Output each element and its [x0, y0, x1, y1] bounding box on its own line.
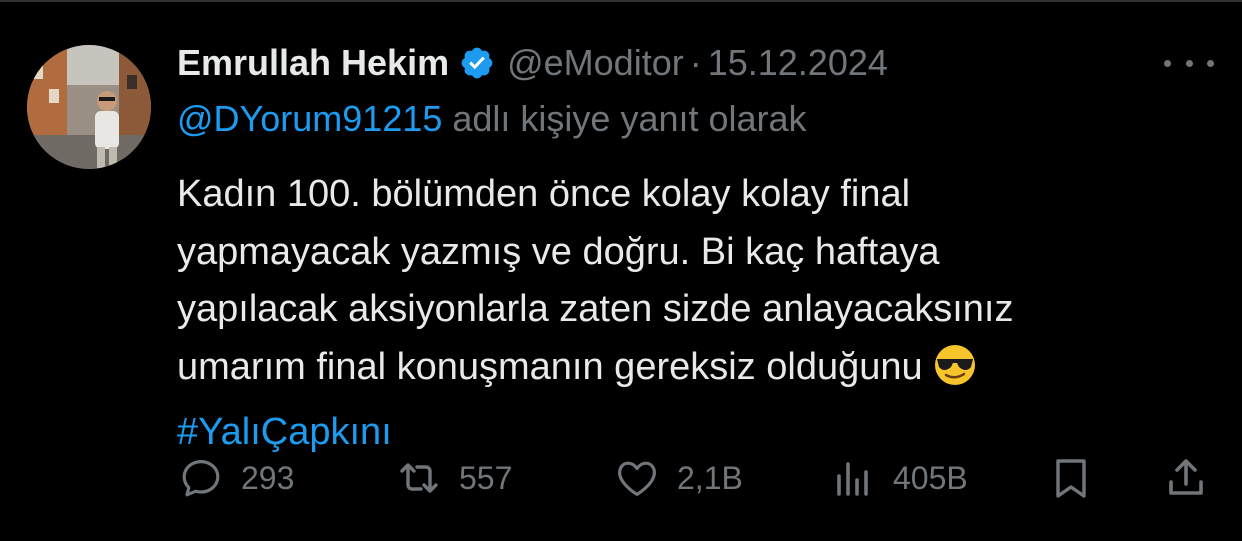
- author-handle[interactable]: @eModitor: [507, 42, 684, 84]
- views-count: 405B: [893, 459, 968, 496]
- reply-count: 293: [241, 459, 295, 496]
- tweet-text-line-with-emoji: umarım final konuşmanın gereksiz olduğun…: [177, 339, 1217, 405]
- views-button[interactable]: 405B: [829, 450, 968, 506]
- avatar[interactable]: [27, 45, 151, 169]
- like-button[interactable]: 2,1B: [613, 450, 743, 506]
- retweet-count: 557: [459, 459, 513, 496]
- more-dot: [1207, 59, 1214, 67]
- tweet-text-line: yapılacak aksiyonlarla zaten sizde anlay…: [177, 288, 1014, 330]
- bookmark-icon: [1047, 454, 1095, 502]
- share-button[interactable]: [1162, 450, 1210, 506]
- views-bars-icon: [829, 454, 877, 502]
- tweet-date[interactable]: 15.12.2024: [708, 42, 888, 84]
- author-name[interactable]: Emrullah Hekim: [177, 42, 449, 84]
- reply-bubble-icon: [177, 454, 225, 502]
- reply-button[interactable]: 293: [177, 450, 294, 506]
- retweet-icon: [395, 454, 443, 502]
- action-bar: 293 557 2,1B 405B: [177, 450, 1217, 506]
- bookmark-button[interactable]: [1047, 450, 1095, 506]
- separator-dot: ·: [689, 42, 702, 83]
- share-icon: [1162, 454, 1210, 502]
- top-divider: [0, 0, 1242, 2]
- like-count: 2,1B: [677, 459, 743, 496]
- tweet-header: Emrullah Hekim @eModitor · 15.12.2024: [177, 40, 888, 86]
- more-dots-icon[interactable]: [1164, 50, 1214, 76]
- tweet-text-line: yapmayacak yazmış ve doğru. Bi kaç hafta…: [177, 230, 940, 273]
- more-dot: [1185, 59, 1193, 67]
- verified-badge-icon: [459, 45, 495, 81]
- reply-to-label: adlı kişiye yanıt olarak: [452, 98, 807, 139]
- retweet-button[interactable]: 557: [395, 450, 512, 506]
- reply-to-handle[interactable]: @DYorum91215: [177, 98, 442, 139]
- sunglasses-emoji-icon: [933, 343, 977, 405]
- more-dot: [1164, 59, 1171, 67]
- tweet-text-line: umarım final konuşmanın gereksiz olduğun…: [177, 345, 923, 388]
- heart-icon: [613, 454, 661, 502]
- reply-context: @DYorum91215 adlı kişiye yanıt olarak: [177, 98, 807, 144]
- tweet-text-line: Kadın 100. bölümden önce kolay kolay fin…: [177, 173, 911, 215]
- tweet-body: Kadın 100. bölümden önce kolay kolay fin…: [177, 166, 1217, 462]
